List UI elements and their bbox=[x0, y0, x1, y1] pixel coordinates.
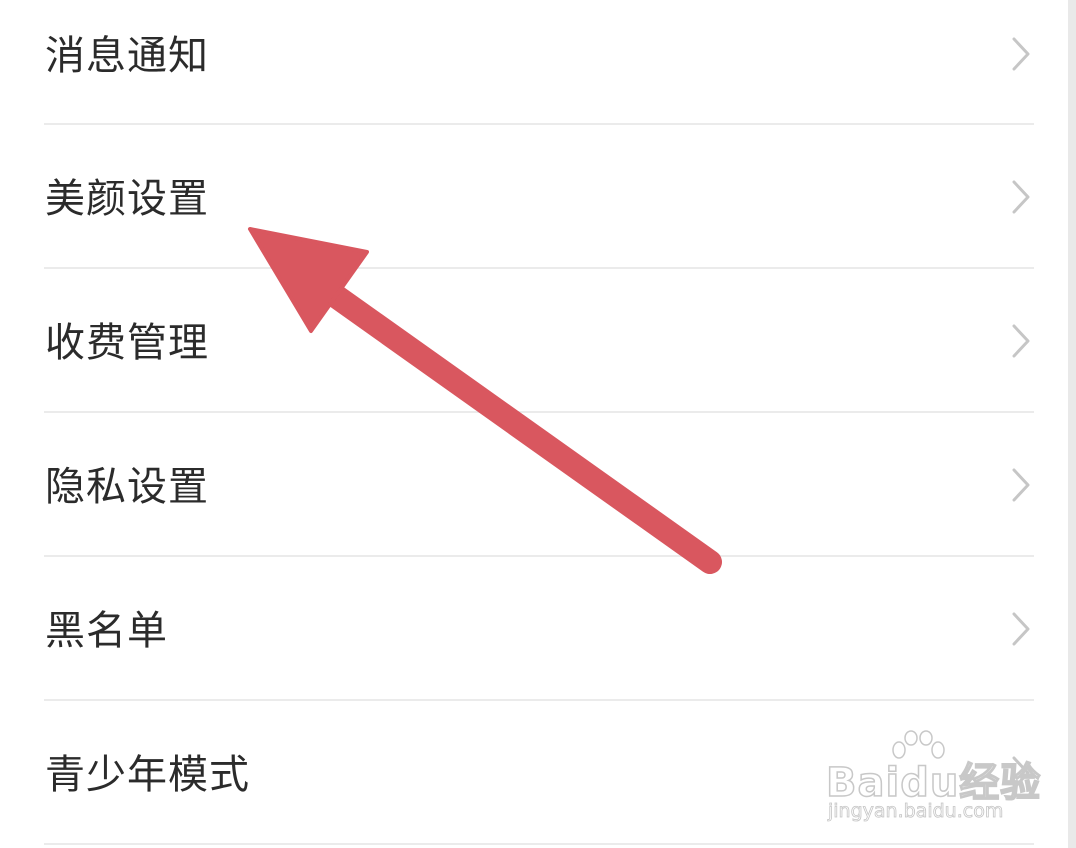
settings-item-teen-mode[interactable]: 青少年模式 bbox=[0, 701, 1068, 844]
settings-item-label: 黑名单 bbox=[45, 608, 168, 654]
chevron-right-icon bbox=[1012, 37, 1030, 71]
scroll-edge bbox=[1068, 0, 1076, 848]
divider bbox=[44, 843, 1034, 845]
chevron-right-icon bbox=[1012, 612, 1030, 646]
chevron-right-icon bbox=[1012, 468, 1030, 502]
settings-item-blacklist[interactable]: 黑名单 bbox=[0, 557, 1068, 700]
settings-item-label: 青少年模式 bbox=[45, 752, 250, 798]
chevron-right-icon bbox=[1012, 180, 1030, 214]
settings-screen: 消息通知 美颜设置 收费管理 隐私设置 黑名单 青少年模式 Baidu经验 ji… bbox=[0, 0, 1076, 848]
settings-item-label: 收费管理 bbox=[45, 320, 209, 366]
chevron-right-icon bbox=[1012, 324, 1030, 358]
settings-item-notifications[interactable]: 消息通知 bbox=[0, 0, 1068, 125]
chevron-right-icon bbox=[1012, 756, 1030, 790]
settings-item-label: 隐私设置 bbox=[45, 464, 209, 510]
settings-item-privacy[interactable]: 隐私设置 bbox=[0, 413, 1068, 556]
settings-item-payment[interactable]: 收费管理 bbox=[0, 269, 1068, 412]
settings-item-beauty[interactable]: 美颜设置 bbox=[0, 125, 1068, 268]
settings-item-label: 消息通知 bbox=[45, 33, 209, 79]
settings-item-label: 美颜设置 bbox=[45, 176, 209, 222]
